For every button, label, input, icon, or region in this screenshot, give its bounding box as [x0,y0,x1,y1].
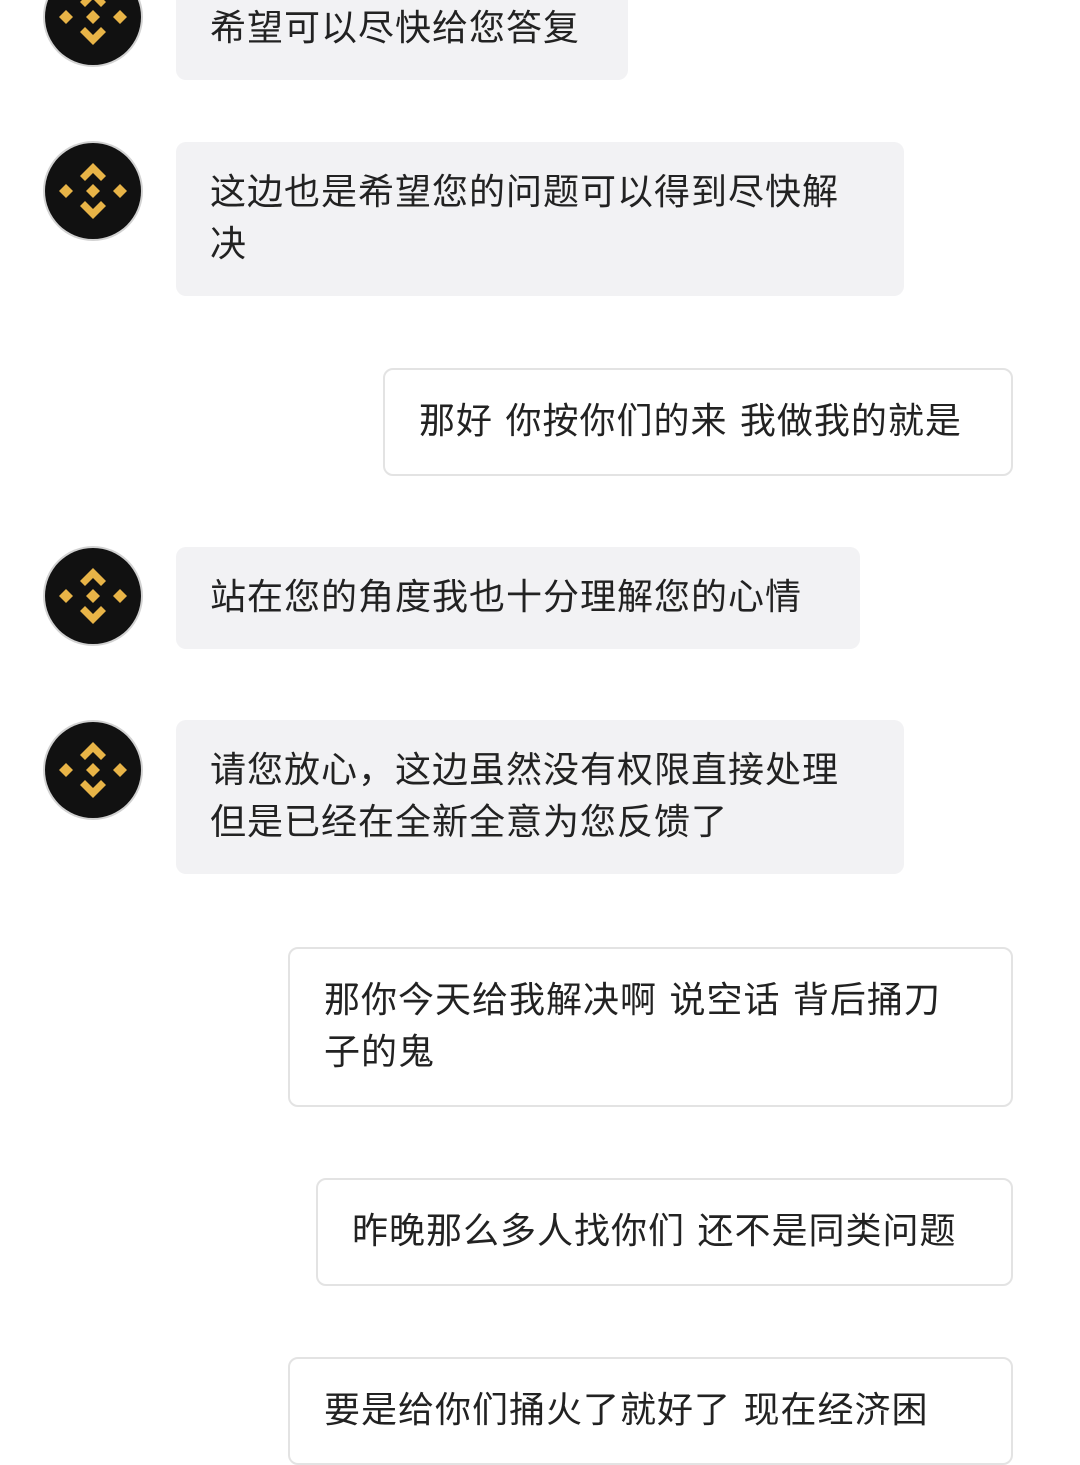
chat-message-list[interactable]: 希望可以尽快给您答复 这边也是希望您的问题可以得到尽快解决 那好 你按你们的来 … [0,0,1080,1465]
agent-avatar[interactable] [45,548,141,644]
message-text: 那好 你按你们的来 我做我的就是 [419,401,962,442]
agent-message-bubble: 这边也是希望您的问题可以得到尽快解决 [176,142,904,296]
message-text: 这边也是希望您的问题可以得到尽快解决 [210,172,840,265]
agent-message-bubble: 请您放心，这边虽然没有权限直接处理但是已经在全新全意为您反馈了 [176,720,904,874]
binance-logo-icon [59,568,127,624]
user-message-bubble: 昨晚那么多人找你们 还不是同类问题 [316,1178,1013,1286]
user-message-bubble: 要是给你们捅火了就好了 现在经济困 [288,1357,1013,1465]
message-text: 站在您的角度我也十分理解您的心情 [210,577,803,618]
message-text: 希望可以尽快给您答复 [210,8,581,49]
agent-avatar[interactable] [45,722,141,818]
message-text: 请您放心，这边虽然没有权限直接处理但是已经在全新全意为您反馈了 [210,750,840,843]
agent-avatar[interactable] [45,0,141,65]
user-message-bubble: 那你今天给我解决啊 说空话 背后捅刀子的鬼 [288,947,1013,1107]
agent-message-bubble: 希望可以尽快给您答复 [176,0,628,80]
agent-message-bubble: 站在您的角度我也十分理解您的心情 [176,547,860,649]
agent-avatar[interactable] [45,143,141,239]
message-text: 昨晚那么多人找你们 还不是同类问题 [352,1211,957,1252]
binance-logo-icon [59,163,127,219]
binance-logo-icon [59,742,127,798]
message-text: 那你今天给我解决啊 说空话 背后捅刀子的鬼 [324,980,941,1073]
message-text: 要是给你们捅火了就好了 现在经济困 [324,1390,929,1431]
binance-logo-icon [59,0,127,45]
user-message-bubble: 那好 你按你们的来 我做我的就是 [383,368,1013,476]
